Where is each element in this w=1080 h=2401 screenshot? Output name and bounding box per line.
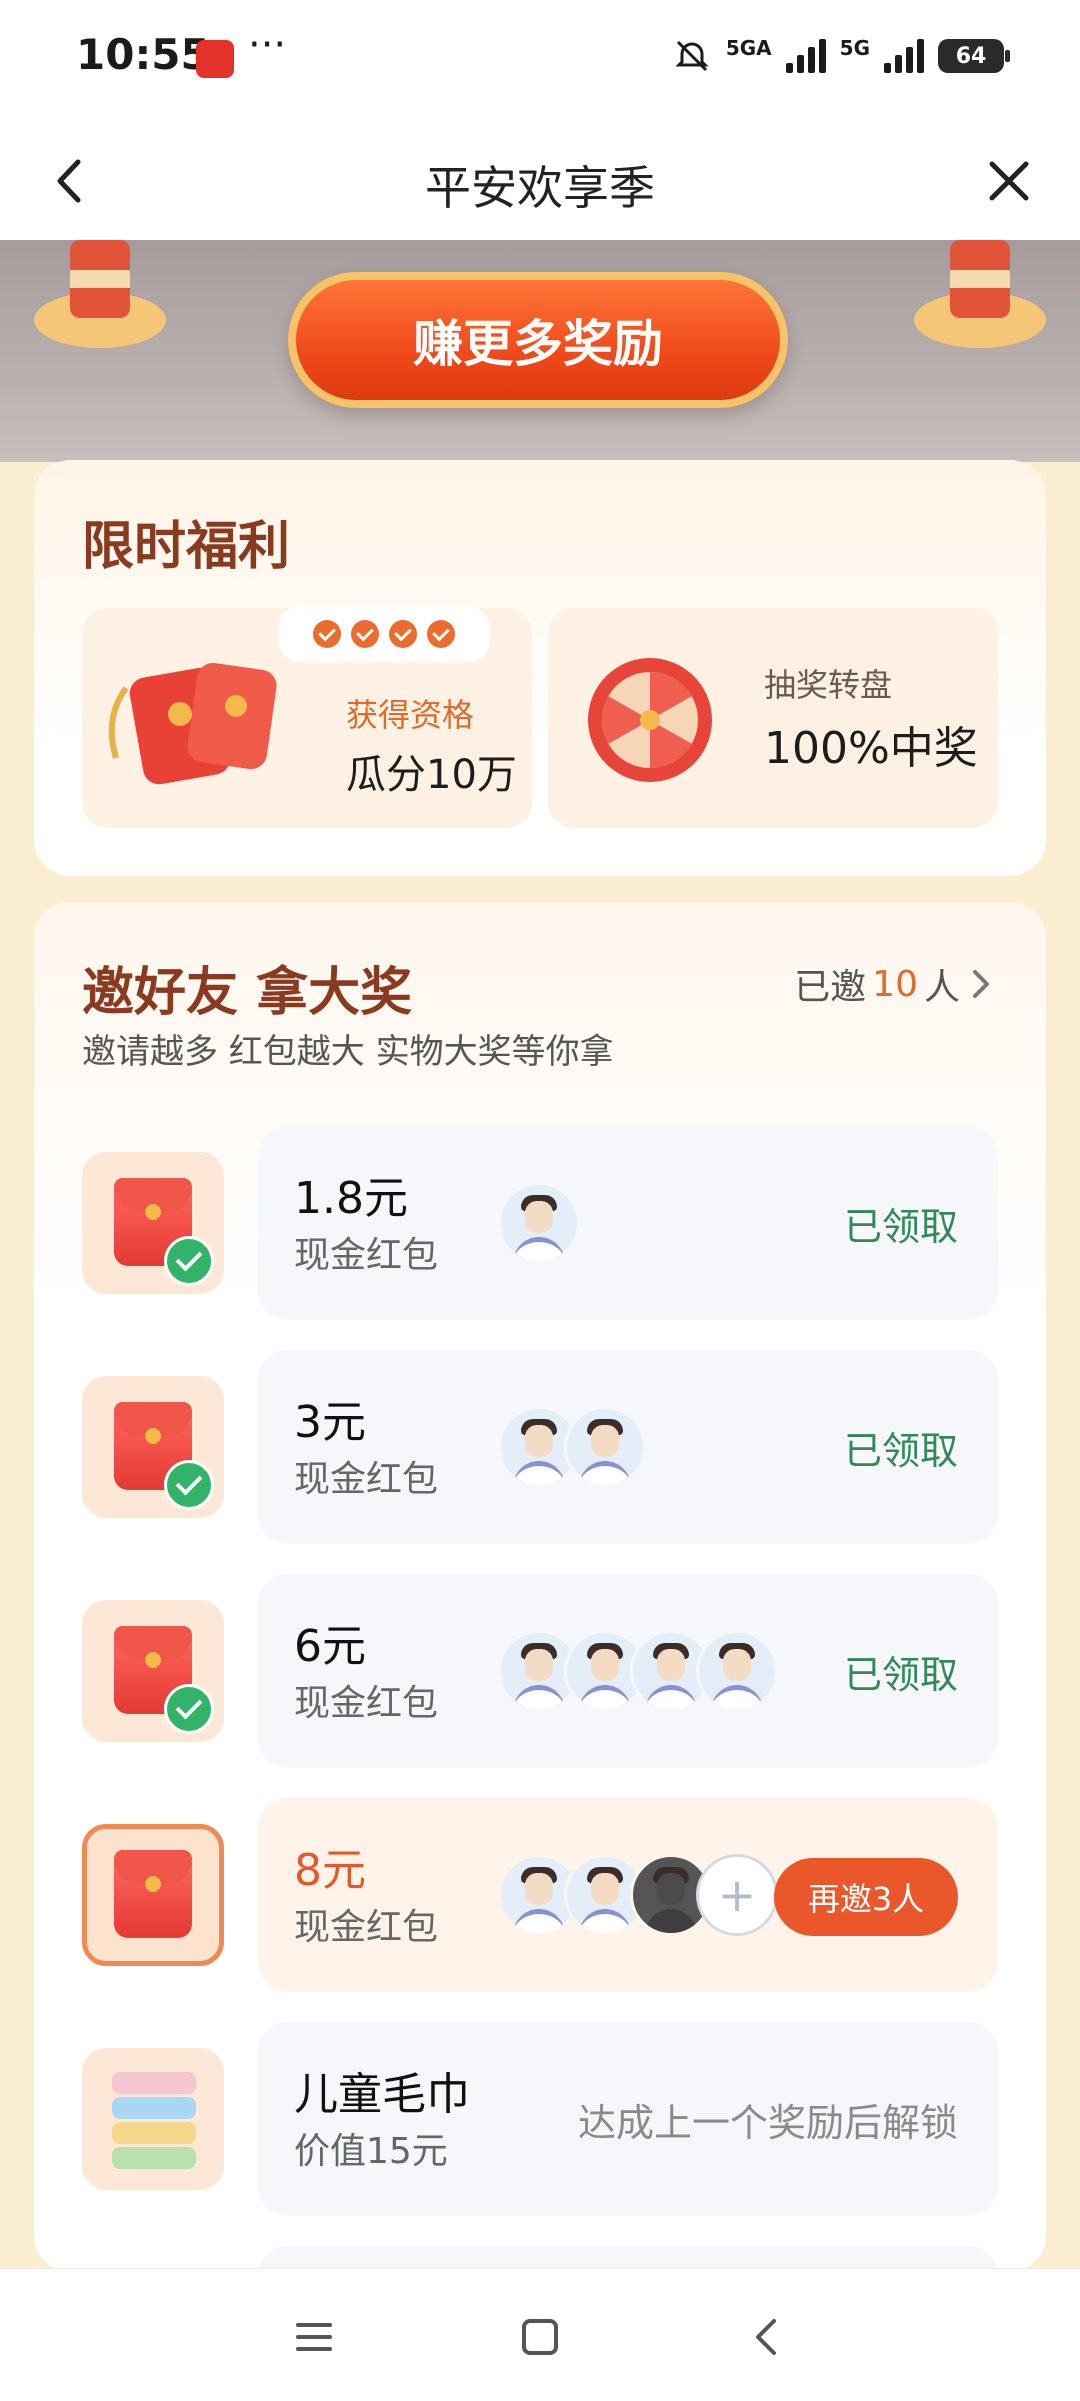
reward-amount: 3元 <box>294 1397 366 1448</box>
battery-icon: 64 <box>938 39 1010 73</box>
avatar <box>696 1630 778 1712</box>
check-icon <box>351 620 379 648</box>
reward-amount: 8元 <box>294 1845 366 1896</box>
lucky-wheel-icon <box>588 658 712 782</box>
reward-type: 现金红包 <box>294 1907 439 1948</box>
nav-bar: 平安欢享季 <box>0 118 1080 240</box>
reward-value: 价值15元 <box>294 2131 448 2172</box>
reward-row-active: 8元 现金红包 + 再邀3人 <box>258 1798 998 1992</box>
check-icon <box>164 1236 214 1286</box>
benefit-label: 获得资格 <box>346 696 475 734</box>
chevron-right-icon <box>973 970 989 998</box>
avatar-group: + <box>498 1854 778 1936</box>
reward-icon <box>82 1600 224 1742</box>
back-icon[interactable] <box>744 2313 792 2361</box>
more-notifications-icon: ··· <box>248 22 287 68</box>
progress-checks <box>278 606 490 662</box>
hero-banner: 赚更多奖励 <box>0 240 1080 462</box>
red-envelope-icon <box>114 1850 192 1938</box>
page-title: 平安欢享季 <box>425 161 655 215</box>
towel-icon <box>112 2072 196 2169</box>
network-type-1: 5GA <box>725 36 772 60</box>
invited-prefix: 已邀 <box>794 967 867 1008</box>
reward-row-locked: 儿童毛巾 价值15元 达成上一个奖励后解锁 <box>258 2022 998 2216</box>
reward-type: 现金红包 <box>294 1459 439 1500</box>
earn-more-button[interactable]: 赚更多奖励 <box>288 272 788 408</box>
reward-icon <box>82 1376 224 1518</box>
avatar-group <box>498 1406 646 1488</box>
reward-row: 3元 现金红包 已领取 <box>258 1350 998 1544</box>
reward-status: 已领取 <box>843 1205 958 1249</box>
home-icon[interactable] <box>516 2313 564 2361</box>
reward-icon <box>82 2048 224 2190</box>
benefit-tile-wheel[interactable]: 抽奖转盘 100%中奖 <box>548 608 998 828</box>
section-heading: 邀好友 拿大奖 <box>82 963 413 1023</box>
check-icon <box>389 620 417 648</box>
tmall-app-icon <box>196 40 234 78</box>
status-right: 5GA 5G 64 <box>672 36 1010 76</box>
invited-count-link[interactable]: 已邀 10 人 <box>794 958 996 1010</box>
add-friend-icon[interactable]: + <box>696 1854 778 1936</box>
traffic-cone-icon <box>914 240 1046 348</box>
reward-row: 1.8元 现金红包 已领取 <box>258 1126 998 1320</box>
avatar <box>498 1182 580 1264</box>
limited-benefits-card: 限时福利 获得资格 瓜分10万 抽奖转盘 100%中奖 <box>34 460 1046 876</box>
invite-more-button[interactable]: 再邀3人 <box>774 1858 958 1936</box>
reward-status: 达成上一个奖励后解锁 <box>577 2101 958 2145</box>
check-icon <box>427 620 455 648</box>
avatar <box>564 1406 646 1488</box>
signal-icon <box>785 39 826 73</box>
reward-row: 6元 现金红包 已领取 <box>258 1574 998 1768</box>
invited-count: 10 <box>872 963 918 1005</box>
status-bar: 10:55 ··· 5GA 5G 64 <box>0 0 1080 118</box>
reward-status: 已领取 <box>843 1429 958 1473</box>
section-subtitle: 邀请越多 红包越大 实物大奖等你拿 <box>82 1032 614 1072</box>
close-icon[interactable] <box>982 154 1036 208</box>
benefit-value: 瓜分10万 <box>346 752 517 798</box>
section-heading: 限时福利 <box>82 517 291 577</box>
system-nav-bar <box>0 2268 1080 2401</box>
signal-icon <box>884 39 924 73</box>
reward-icon <box>82 1152 224 1294</box>
mute-icon <box>675 40 709 72</box>
benefit-value: 100%中奖 <box>764 723 978 774</box>
network-type-2: 5G <box>839 36 870 60</box>
reward-status: 已领取 <box>843 1653 958 1697</box>
battery-level: 64 <box>955 43 987 69</box>
reward-amount: 1.8元 <box>294 1173 408 1224</box>
reward-type: 现金红包 <box>294 1683 439 1724</box>
avatar-group <box>498 1182 580 1264</box>
invited-suffix: 人 <box>923 967 960 1008</box>
check-icon <box>313 620 341 648</box>
menu-icon[interactable] <box>290 2313 338 2361</box>
check-icon <box>164 1684 214 1734</box>
reward-name: 儿童毛巾 <box>294 2069 470 2120</box>
check-icon <box>164 1460 214 1510</box>
invite-friends-card: 邀好友 拿大奖 邀请越多 红包越大 实物大奖等你拿 已邀 10 人 1.8元 现金红… <box>34 902 1046 2272</box>
traffic-cone-icon <box>34 240 166 348</box>
reward-amount: 6元 <box>294 1621 366 1672</box>
status-time: 10:55 <box>76 30 210 79</box>
avatar-group <box>498 1630 778 1712</box>
benefit-label: 抽奖转盘 <box>764 666 893 704</box>
reward-type: 现金红包 <box>294 1235 439 1276</box>
red-envelopes-icon <box>108 662 277 785</box>
reward-icon <box>82 1824 224 1966</box>
